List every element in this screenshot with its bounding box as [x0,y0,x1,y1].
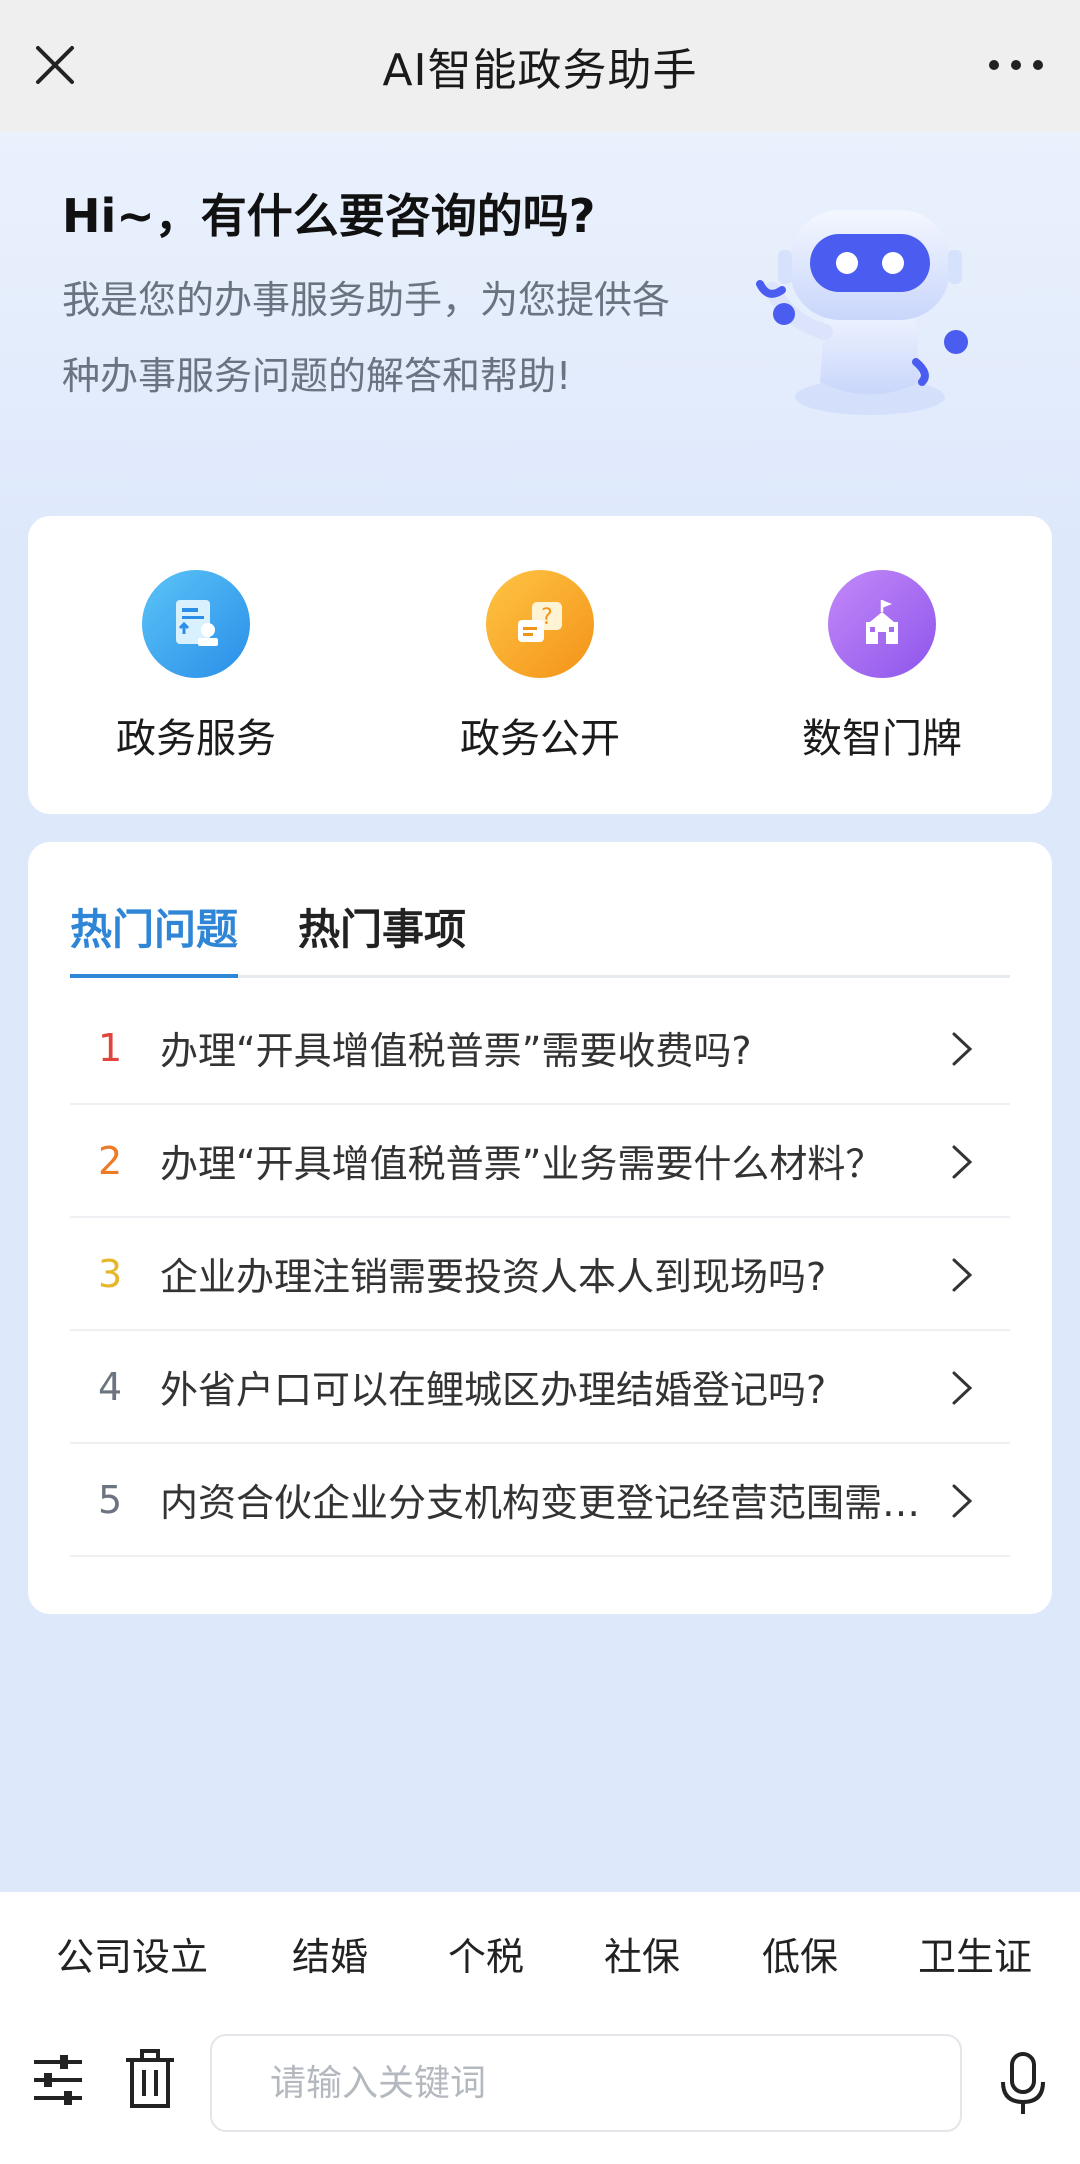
question-chat-icon: ? [486,570,594,678]
chip-health-certificate[interactable]: 卫生证 [918,1926,1032,1981]
question-tabs: 热门问题 热门事项 [70,896,1010,978]
question-list: 1 办理“开具增值税普票”需要收费吗? 2 办理“开具增值税普票”业务需要什么材… [70,992,1010,1557]
service-label: 政务服务 [116,716,276,762]
microphone-icon[interactable] [998,2052,1048,2116]
question-row[interactable]: 4 外省户口可以在鲤城区办理结婚登记吗? [70,1331,1010,1444]
chevron-right-icon [952,1371,973,1405]
question-row[interactable]: 1 办理“开具增值税普票”需要收费吗? [70,992,1010,1105]
question-rank: 3 [98,1251,123,1296]
question-rank: 4 [98,1364,123,1409]
close-icon[interactable] [30,40,80,90]
question-row[interactable]: 5 内资合伙企业分支机构变更登记经营范围需要什么材料？ [70,1444,1010,1557]
filter-sliders-icon[interactable] [30,2052,86,2108]
input-bar [0,2004,1080,2164]
chip-subsistence[interactable]: 低保 [762,1926,838,1981]
chip-company-setup[interactable]: 公司设立 [56,1926,208,1981]
question-row[interactable]: 3 企业办理注销需要投资人本人到现场吗? [70,1218,1010,1331]
tab-hot-items[interactable]: 热门事项 [298,896,466,978]
service-government-services[interactable]: 政务服务 [81,570,311,764]
tab-hot-questions[interactable]: 热门问题 [70,896,239,978]
page-title: AI智能政务助手 [382,45,698,96]
chevron-right-icon [952,1032,973,1066]
service-government-disclosure[interactable]: ? 政务公开 [425,570,655,764]
question-text: 办理“开具增值税普票”需要收费吗? [160,1029,752,1073]
keyword-search-input[interactable] [210,2034,962,2132]
building-flag-icon [828,570,936,678]
service-label: 政务公开 [460,716,620,762]
service-smart-doorplate[interactable]: 数智门牌 [767,570,997,764]
trash-icon[interactable] [122,2048,178,2110]
question-row[interactable]: 2 办理“开具增值税普票”业务需要什么材料？ [70,1105,1010,1218]
question-text: 外省户口可以在鲤城区办理结婚登记吗? [160,1368,827,1412]
question-text: 企业办理注销需要投资人本人到现场吗? [160,1255,827,1299]
question-text: 内资合伙企业分支机构变更登记经营范围需要什么材料？ [160,1481,940,1525]
chevron-right-icon [952,1484,973,1518]
chevron-right-icon [952,1145,973,1179]
question-text: 办理“开具增值税普票”业务需要什么材料？ [160,1142,884,1186]
robot-mascot-icon [756,210,968,415]
chip-personal-tax[interactable]: 个税 [448,1926,524,1981]
chip-marriage[interactable]: 结婚 [292,1926,368,1981]
hot-questions-card: 热门问题 热门事项 1 办理“开具增值税普票”需要收费吗? 2 办理“开具增值税… [28,842,1052,1614]
top-bar: AI智能政务助手 [0,0,1080,132]
hero-banner: Hi~，有什么要咨询的吗? 我是您的办事服务助手，为您提供各种办事服务问题的解答… [0,132,1080,552]
service-label: 数智门牌 [802,716,962,762]
more-icon[interactable] [986,52,1046,78]
question-rank: 2 [98,1138,123,1183]
question-rank: 1 [98,1025,123,1070]
question-rank: 5 [98,1477,123,1522]
document-service-icon [142,570,250,678]
greeting-heading: Hi~，有什么要咨询的吗? [62,189,596,243]
service-shortcuts: 政务服务 ? 政务公开 数智门牌 [28,516,1052,814]
chip-social-security[interactable]: 社保 [604,1926,680,1981]
chevron-right-icon [952,1258,973,1292]
quick-keyword-bar: 公司设立 结婚 个税 社保 低保 卫生证 [0,1892,1080,2004]
greeting-description: 我是您的办事服务助手，为您提供各种办事服务问题的解答和帮助! [62,278,671,398]
